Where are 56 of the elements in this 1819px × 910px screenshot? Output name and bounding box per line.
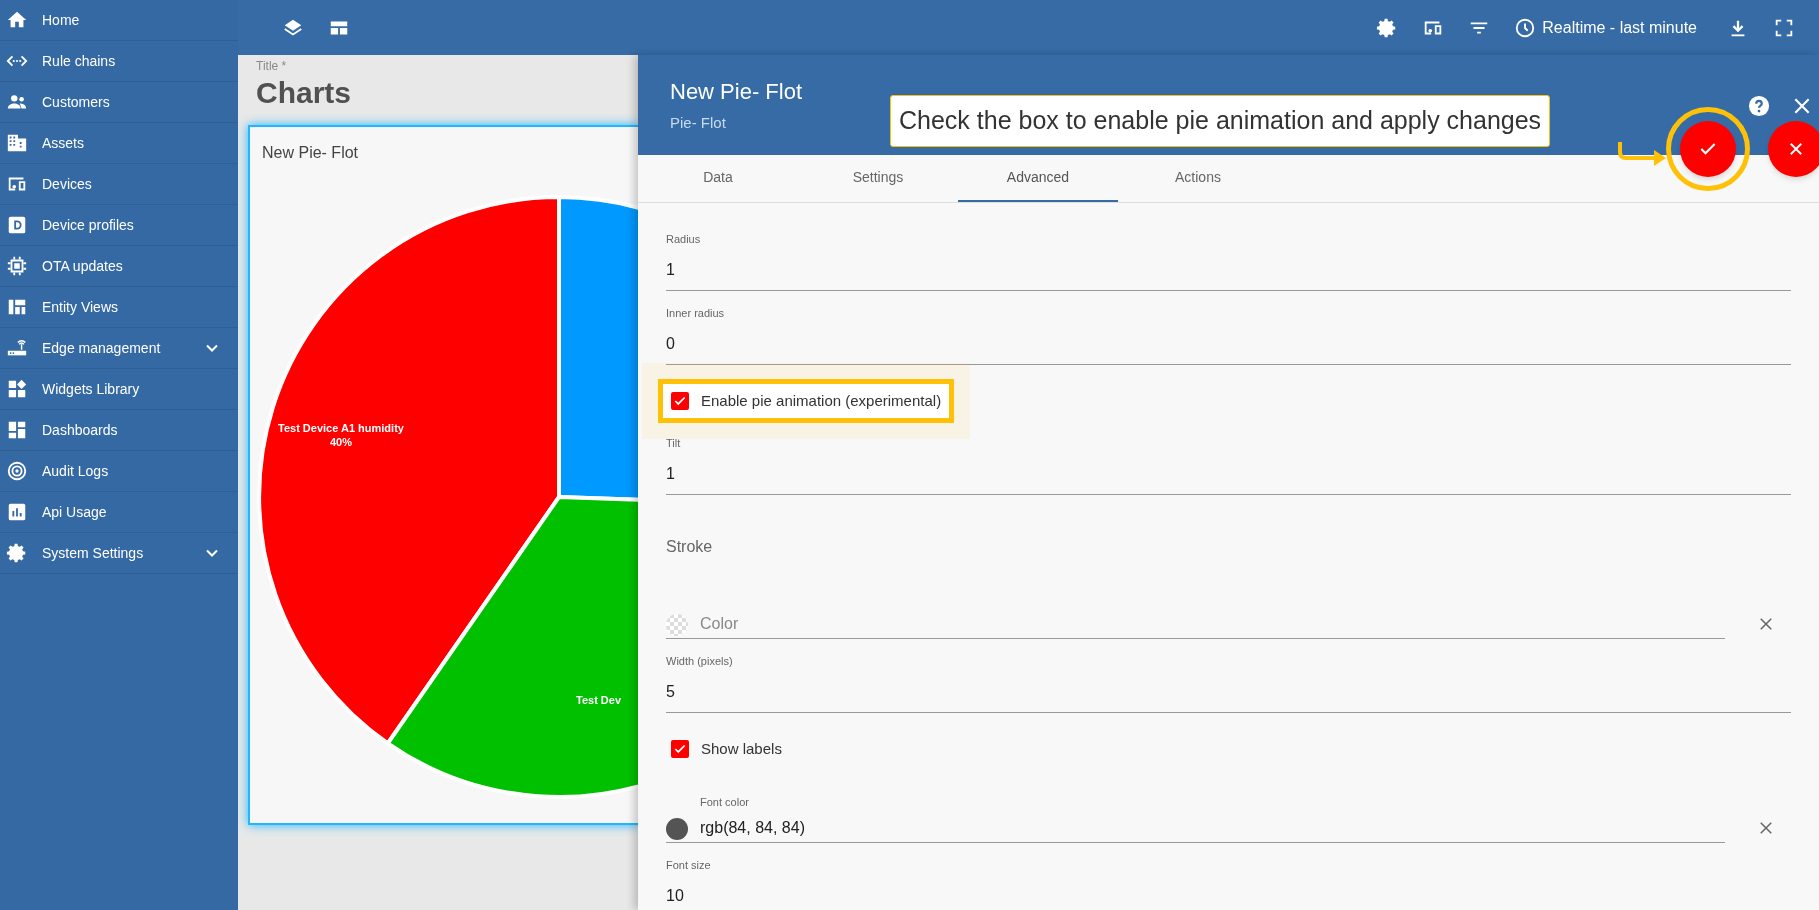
- sidebar-item[interactable]: OTA updates: [0, 246, 238, 287]
- text-field[interactable]: Inner radius 0: [666, 299, 1791, 365]
- title-label: Title *: [256, 58, 288, 75]
- tab[interactable]: Advanced: [958, 155, 1118, 202]
- tab[interactable]: Data: [638, 155, 798, 202]
- letter-d-square-icon: [6, 214, 28, 236]
- chip-icon: [6, 255, 28, 277]
- clear-icon[interactable]: [1757, 615, 1775, 633]
- sidebar-item[interactable]: Assets: [0, 123, 238, 164]
- color-field[interactable]: Color: [666, 603, 1725, 639]
- clock-icon: [1514, 16, 1537, 39]
- sidebar-item[interactable]: Customers: [0, 82, 238, 123]
- gear-icon: [6, 542, 28, 564]
- checkbox[interactable]: [671, 740, 689, 758]
- timewindow-button[interactable]: Realtime - last minute: [1514, 15, 1697, 40]
- pie-slice-label: Test Dev: [576, 693, 622, 707]
- text-field[interactable]: Radius 1: [666, 225, 1791, 291]
- help-icon[interactable]: [1748, 95, 1770, 117]
- sidebar-item[interactable]: Edge management: [0, 328, 238, 369]
- panel-title: New Pie- Flot: [670, 78, 803, 106]
- sidebar-item[interactable]: Dashboards: [0, 410, 238, 451]
- building-icon: [6, 132, 28, 154]
- color-field[interactable]: Font color rgb(84, 84, 84): [666, 793, 1725, 843]
- hint-tooltip: Check the box to enable pie animation and apply changes: [890, 95, 1551, 147]
- sidebar-item[interactable]: Home: [0, 0, 238, 41]
- widgets-icon: [6, 378, 28, 400]
- pie-slice-label: Test Device A1 humidity 40%: [278, 421, 404, 449]
- checkbox-row[interactable]: Show labels: [658, 726, 795, 772]
- pointer-arrow: [1618, 140, 1668, 166]
- checkbox-row[interactable]: Enable pie animation (experimental): [658, 378, 955, 424]
- sidebar-item[interactable]: Api Usage: [0, 492, 238, 533]
- sidebar-item[interactable]: Audit Logs: [0, 451, 238, 492]
- sidebar-item[interactable]: Widgets Library: [0, 369, 238, 410]
- sidebar-item[interactable]: Entity Views: [0, 287, 238, 328]
- color-swatch-icon: [666, 614, 688, 636]
- section-heading: Stroke: [666, 537, 714, 557]
- panel-subtitle: Pie- Flot: [670, 113, 726, 133]
- text-field[interactable]: Tilt 1: [666, 429, 1791, 495]
- clear-icon[interactable]: [1757, 819, 1775, 837]
- sidebar-item[interactable]: Device profiles: [0, 205, 238, 246]
- check-icon: [673, 742, 687, 756]
- sidebar-item[interactable]: System Settings: [0, 533, 238, 574]
- close-icon[interactable]: [1792, 96, 1812, 116]
- close-icon: [1787, 140, 1805, 158]
- radar-icon: [6, 460, 28, 482]
- dashboard-icon: [6, 419, 28, 441]
- bar-chart-icon: [6, 501, 28, 523]
- widget-title: New Pie- Flot: [262, 143, 359, 163]
- tab[interactable]: Settings: [798, 155, 958, 202]
- color-swatch-icon: [666, 818, 688, 840]
- tab[interactable]: Actions: [1118, 155, 1278, 202]
- text-field[interactable]: Font size 10: [666, 851, 1791, 910]
- check-icon: [673, 394, 687, 408]
- sidebar-item[interactable]: Devices: [0, 164, 238, 205]
- checkbox[interactable]: [671, 392, 689, 410]
- text-field[interactable]: Width (pixels) 5: [666, 647, 1791, 713]
